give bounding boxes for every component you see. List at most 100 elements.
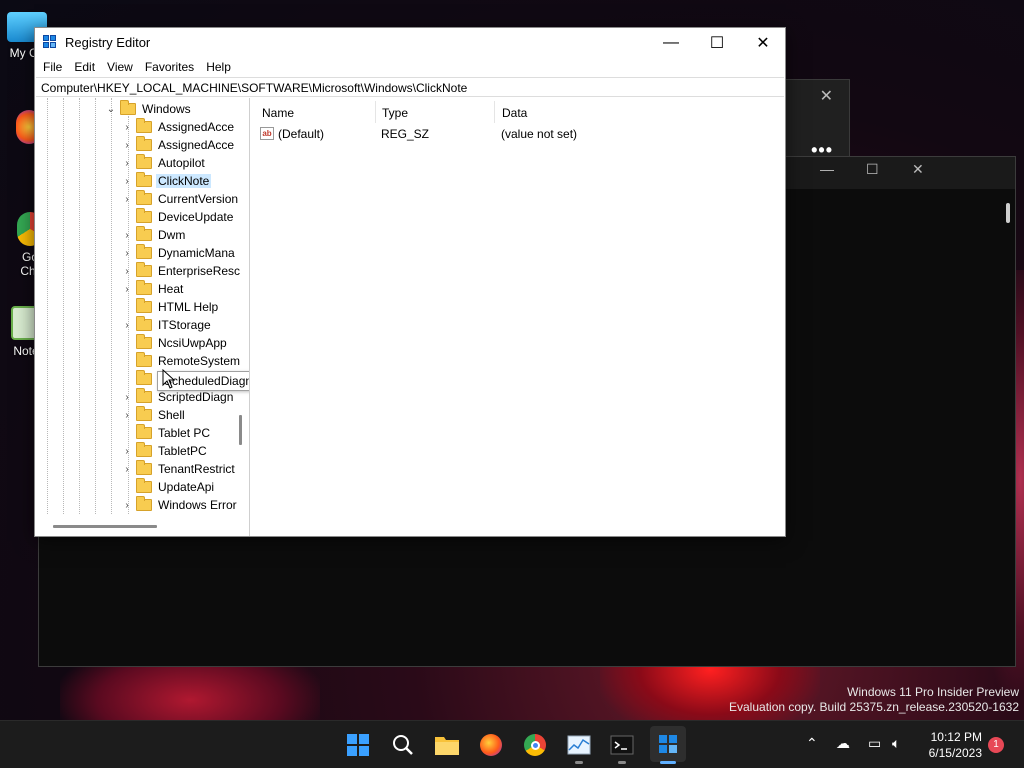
address-bar[interactable]: Computer\HKEY_LOCAL_MACHINE\SOFTWARE\Mic…: [36, 77, 784, 97]
tree-node[interactable]: › ClickNote: [121, 172, 212, 190]
menu-file[interactable]: File: [37, 60, 68, 74]
regedit-icon: [43, 34, 59, 51]
minimize-icon[interactable]: —: [820, 161, 834, 177]
column-header-type[interactable]: Type: [374, 101, 495, 123]
tree-node-windows[interactable]: ⌄ Windows: [105, 100, 193, 118]
tree-node-label: DynamicMana: [158, 246, 235, 260]
registry-value-row[interactable]: ab (Default) REG_SZ (value not set): [254, 124, 785, 144]
tree-node-label: HTML Help: [158, 300, 219, 314]
tree-node[interactable]: › CurrentVersion: [121, 190, 240, 208]
tree-node[interactable]: › EnterpriseResc: [121, 262, 242, 280]
chevron-right-icon[interactable]: ›: [121, 176, 133, 187]
close-button[interactable]: ✕: [740, 28, 786, 57]
registry-editor-taskbar-button[interactable]: [650, 726, 686, 762]
tree-node[interactable]: Tablet PC: [121, 424, 212, 442]
tree-node[interactable]: › Dwm: [121, 226, 187, 244]
values-pane[interactable]: Name Type Data ab (Default) REG_SZ (valu…: [254, 98, 785, 536]
terminal-icon: [610, 735, 634, 755]
tree-guide-line: [63, 98, 64, 514]
clock-date: 6/15/2023: [928, 746, 982, 760]
chevron-right-icon[interactable]: ›: [121, 122, 133, 133]
chrome-button[interactable]: [521, 731, 549, 759]
folder-icon: [136, 190, 152, 205]
menu-edit[interactable]: Edit: [68, 60, 101, 74]
tree-node-label: DeviceUpdate: [158, 210, 234, 224]
minimize-button[interactable]: —: [648, 28, 694, 57]
search-button[interactable]: [389, 731, 417, 759]
volume-icon[interactable]: 🔈︎: [892, 735, 900, 752]
tree-node[interactable]: › Shell: [121, 406, 187, 424]
folder-icon: [136, 424, 152, 439]
tree-node[interactable]: [121, 370, 160, 388]
regedit-icon: [659, 735, 677, 753]
tree-node[interactable]: › DynamicMana: [121, 244, 237, 262]
tree-node-label: UpdateApi: [158, 480, 215, 494]
notification-badge[interactable]: 1: [988, 737, 1004, 753]
chevron-right-icon[interactable]: ›: [121, 230, 133, 241]
menu-view[interactable]: View: [101, 60, 139, 74]
tree-node[interactable]: › TenantRestrict: [121, 460, 237, 478]
tree-node[interactable]: › TabletPC: [121, 442, 209, 460]
tree-node[interactable]: › Windows Error: [121, 496, 239, 514]
folder-icon: [136, 154, 152, 169]
column-header-data[interactable]: Data: [494, 101, 614, 123]
folder-icon: [136, 478, 152, 493]
folder-icon: [136, 298, 152, 313]
folder-icon: [136, 316, 152, 331]
tree-node[interactable]: › AssignedAcce: [121, 136, 236, 154]
tree-node[interactable]: RemoteSystem: [121, 352, 242, 370]
chevron-right-icon[interactable]: ›: [121, 500, 133, 511]
column-header-name[interactable]: Name: [254, 101, 376, 123]
terminal-button[interactable]: [608, 731, 636, 759]
tree-node[interactable]: › ITStorage: [121, 316, 213, 334]
clock[interactable]: 10:12 PM 6/15/2023: [910, 729, 982, 761]
windows-logo-icon: [347, 734, 369, 756]
tree-node[interactable]: NcsiUwpApp: [121, 334, 229, 352]
chevron-right-icon[interactable]: ›: [121, 320, 133, 331]
vertical-scrollbar[interactable]: [239, 415, 242, 445]
tree-guide-line: [95, 98, 96, 514]
performance-monitor-button[interactable]: [565, 731, 593, 759]
chevron-right-icon[interactable]: ›: [121, 158, 133, 169]
title-bar[interactable]: Registry Editor — ☐ ✕: [35, 28, 785, 57]
tree-node-label: NcsiUwpApp: [158, 336, 227, 350]
chevron-right-icon[interactable]: ›: [121, 464, 133, 475]
cloud-offline-icon[interactable]: ☁: [836, 735, 850, 752]
menu-help[interactable]: Help: [200, 60, 237, 74]
tree-pane[interactable]: ⌄ Windows › AssignedAcce › AssignedAcce › Aut…: [35, 98, 250, 536]
chevron-down-icon[interactable]: ⌄: [105, 104, 117, 115]
start-button[interactable]: [344, 731, 372, 759]
registry-editor-window[interactable]: Registry Editor — ☐ ✕ File Edit View Fav…: [34, 27, 786, 537]
chevron-right-icon[interactable]: ›: [121, 194, 133, 205]
chevron-up-icon[interactable]: ⌃: [806, 735, 818, 752]
chevron-right-icon[interactable]: ›: [121, 140, 133, 151]
close-icon[interactable]: ✕: [820, 86, 833, 106]
chevron-right-icon[interactable]: ›: [121, 410, 133, 421]
tree-node[interactable]: HTML Help: [121, 298, 220, 316]
tree-node[interactable]: DeviceUpdate: [121, 208, 235, 226]
maximize-icon[interactable]: ☐: [866, 161, 879, 178]
scrollbar[interactable]: [1006, 203, 1010, 223]
close-icon[interactable]: ✕: [912, 161, 924, 178]
chevron-right-icon[interactable]: ›: [121, 446, 133, 457]
file-explorer-button[interactable]: [433, 731, 461, 759]
tree-node[interactable]: › AssignedAcce: [121, 118, 236, 136]
tree-node-label: CurrentVersion: [158, 192, 239, 206]
chevron-right-icon[interactable]: ›: [121, 284, 133, 295]
folder-icon: [136, 496, 152, 511]
tree-node[interactable]: › Heat: [121, 280, 185, 298]
chevron-right-icon[interactable]: ›: [121, 248, 133, 259]
chevron-right-icon[interactable]: ›: [121, 392, 133, 403]
menu-favorites[interactable]: Favorites: [139, 60, 200, 74]
tree-node-label: AssignedAcce: [158, 138, 235, 152]
firefox-button[interactable]: [477, 731, 505, 759]
background-window[interactable]: ✕ •••: [782, 79, 850, 160]
maximize-button[interactable]: ☐: [694, 28, 740, 57]
chevron-right-icon[interactable]: ›: [121, 266, 133, 277]
content-area: ⌄ Windows › AssignedAcce › AssignedAcce › Aut…: [35, 98, 785, 536]
terminal-title-bar[interactable]: — ☐ ✕: [780, 157, 1015, 189]
network-icon[interactable]: ▭: [868, 735, 881, 752]
tree-node[interactable]: UpdateApi: [121, 478, 216, 496]
tree-node[interactable]: › Autopilot: [121, 154, 207, 172]
horizontal-scrollbar[interactable]: [53, 525, 157, 528]
